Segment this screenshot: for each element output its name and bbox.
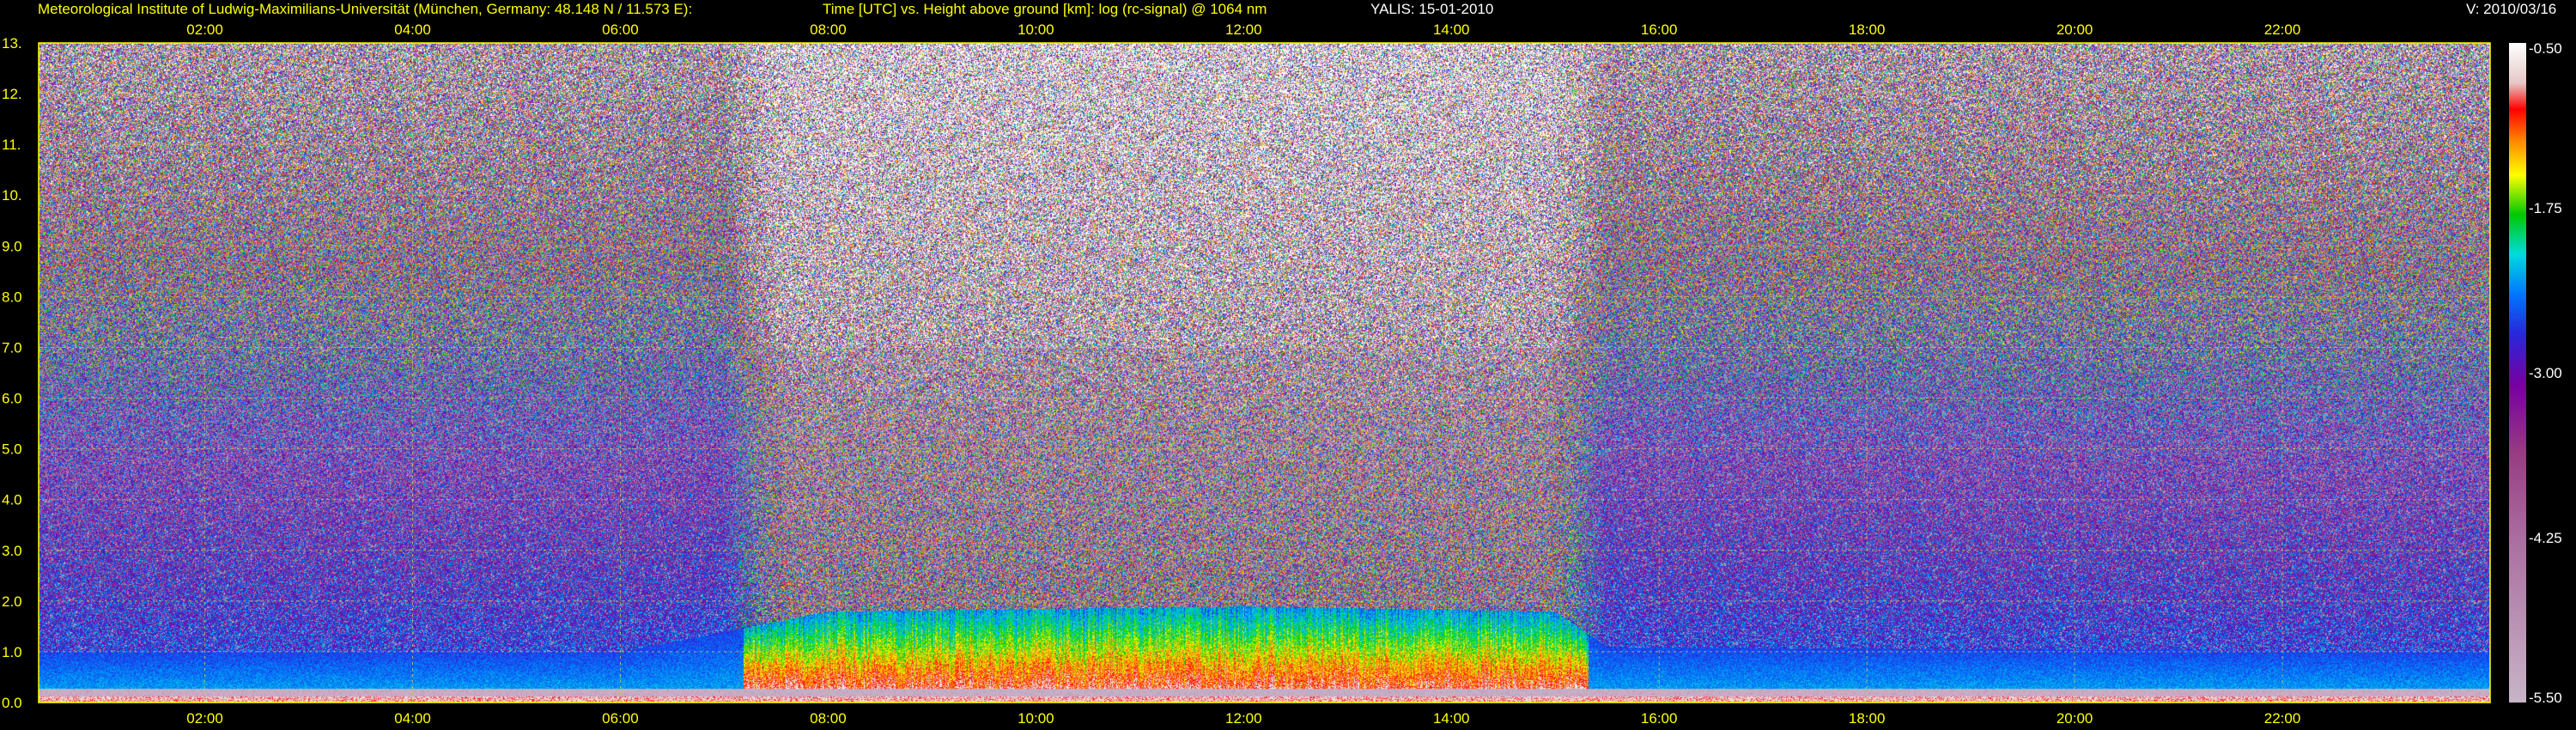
x-tick-label-top: 08:00 <box>810 21 847 38</box>
x-tick-label-bottom: 16:00 <box>1641 710 1678 727</box>
y-tick-label: 9.0 <box>2 238 22 254</box>
x-tick-label-top: 14:00 <box>1433 21 1470 38</box>
x-tick-label-bottom: 06:00 <box>602 710 639 727</box>
institute-label: Meteorological Institute of Ludwig-Maxim… <box>38 1 693 17</box>
y-tick-label: 13. <box>2 35 22 52</box>
colorbar-tick-label: -4.25 <box>2529 530 2562 546</box>
y-tick-label: 8.0 <box>2 289 22 305</box>
heatmap-area <box>39 43 2490 703</box>
x-tick-label-bottom: 12:00 <box>1225 710 1262 727</box>
y-tick-label: 0.0 <box>2 695 22 711</box>
x-tick-label-top: 12:00 <box>1225 21 1262 38</box>
lidar-time-height-plot: 02:00 04:00 06:00 08:00 10:00 12:00 14:00 16:00… <box>0 0 2576 730</box>
x-tick-label-bottom: 04:00 <box>394 710 431 727</box>
x-tick-label-bottom: 22:00 <box>2264 710 2301 727</box>
x-tick-label-bottom: 10:00 <box>1018 710 1054 727</box>
y-tick-label: 1.0 <box>2 644 22 660</box>
y-tick-label: 10. <box>2 187 22 204</box>
y-tick-label: 3.0 <box>2 543 22 559</box>
y-tick-label: 5.0 <box>2 441 22 458</box>
x-tick-label-bottom: 02:00 <box>186 710 223 727</box>
colorbar <box>2509 43 2526 703</box>
x-tick-label-top: 10:00 <box>1018 21 1054 38</box>
x-tick-label-bottom: 20:00 <box>2057 710 2093 727</box>
x-tick-label-bottom: 08:00 <box>810 710 847 727</box>
version-label: V: 2010/03/16 <box>2466 1 2557 17</box>
x-tick-label-top: 04:00 <box>394 21 431 38</box>
colorbar-tick-label: -0.50 <box>2529 40 2562 57</box>
y-tick-label: 11. <box>2 137 21 153</box>
instrument-date-label: YALIS: 15-01-2010 <box>1370 1 1494 17</box>
y-tick-label: 6.0 <box>2 391 22 407</box>
y-tick-label: 7.0 <box>2 339 22 356</box>
y-tick-label: 12. <box>2 86 22 102</box>
x-tick-label-top: 22:00 <box>2264 21 2301 38</box>
colorbar-tick-label: -3.00 <box>2529 365 2562 381</box>
x-tick-label-top: 06:00 <box>602 21 639 38</box>
x-tick-label-top: 18:00 <box>1849 21 1886 38</box>
colorbar-tick-label: -5.50 <box>2529 690 2562 706</box>
x-tick-label-top: 16:00 <box>1641 21 1678 38</box>
y-tick-label: 4.0 <box>2 492 22 508</box>
x-tick-label-top: 02:00 <box>186 21 223 38</box>
x-tick-label-bottom: 14:00 <box>1433 710 1470 727</box>
y-tick-label: 2.0 <box>2 593 22 610</box>
colorbar-tick-label: -1.75 <box>2529 200 2562 216</box>
x-tick-label-top: 20:00 <box>2057 21 2093 38</box>
plot-title: Time [UTC] vs. Height above ground [km]:… <box>823 1 1267 17</box>
x-tick-label-bottom: 18:00 <box>1849 710 1886 727</box>
